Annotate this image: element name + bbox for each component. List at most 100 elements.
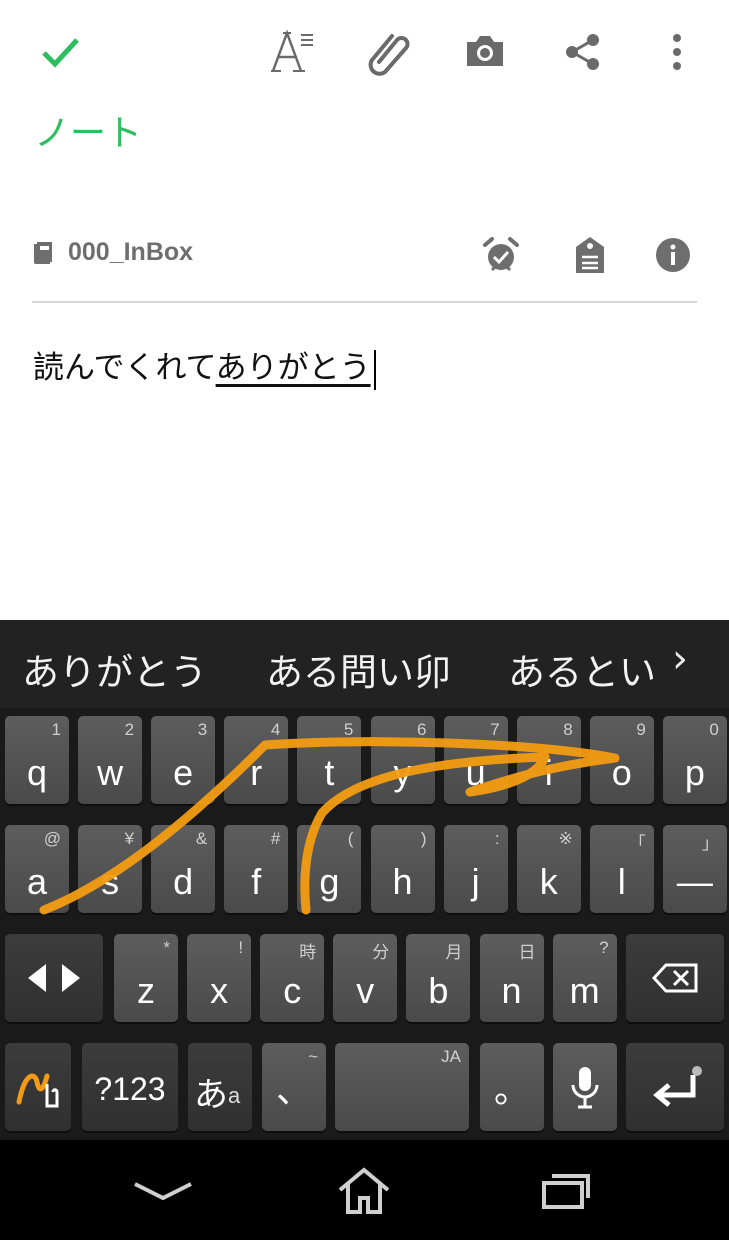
key-w[interactable]: w2 xyxy=(78,716,143,804)
key-s[interactable]: s ¥ xyxy=(78,825,143,913)
key-v-hint: 分 xyxy=(372,943,390,962)
soft-keyboard: ありがとう ある問い卯 あるとい › q1w2e3r4t5y6u7i8o9p0a… xyxy=(0,620,729,1140)
enter-icon xyxy=(653,1066,702,1107)
info-icon[interactable] xyxy=(648,230,698,280)
key-q[interactable]: q1 xyxy=(5,716,69,804)
backspace-icon xyxy=(652,963,698,993)
key-s-hint: ¥ xyxy=(124,829,135,848)
key-p-hint: 0 xyxy=(709,720,719,739)
suggestion-bar: ありがとう ある問い卯 あるとい › xyxy=(0,620,729,708)
key-o-hint: 9 xyxy=(636,720,646,739)
system-nav-bar xyxy=(0,1140,729,1240)
key-f-hint: # xyxy=(270,829,281,848)
backspace-key[interactable] xyxy=(626,934,724,1022)
key-y-hint: 6 xyxy=(417,720,427,739)
key-j[interactable]: j: xyxy=(443,825,508,913)
swipe-mode-key[interactable] xyxy=(5,1043,71,1131)
notebook-icon[interactable] xyxy=(32,240,54,270)
home-icon[interactable] xyxy=(329,1166,399,1216)
key-d-label: d xyxy=(173,861,194,902)
note-toolbar xyxy=(0,0,729,100)
key-d[interactable]: d & xyxy=(151,825,216,913)
key-k[interactable]: k ※ xyxy=(516,825,581,913)
note-title[interactable]: ノート xyxy=(34,104,142,156)
key-y[interactable]: y6 xyxy=(370,716,435,804)
key-m[interactable]: m? xyxy=(552,934,617,1022)
kana-key-label: あ xyxy=(194,1075,228,1115)
key-i[interactable]: i8 xyxy=(516,716,581,804)
key-a-hint: @ xyxy=(43,829,61,848)
cursor-keys[interactable] xyxy=(5,934,103,1022)
key-l[interactable]: l 「 xyxy=(589,825,654,913)
key-u-hint: 7 xyxy=(490,720,500,739)
key-h[interactable]: h) xyxy=(370,825,435,913)
key-v[interactable]: v分 xyxy=(333,934,398,1022)
note-body[interactable]: 読んでくれてありがとう xyxy=(33,342,376,390)
key-dash[interactable]: —」 xyxy=(662,825,727,913)
alarm-icon[interactable] xyxy=(476,230,526,280)
text-caret xyxy=(373,349,376,390)
key-n-label: n xyxy=(501,970,522,1011)
key-o[interactable]: o9 xyxy=(589,716,654,804)
key-j-hint: : xyxy=(494,829,500,848)
key-z-hint: * xyxy=(163,938,170,957)
key-e-hint: 3 xyxy=(197,720,208,739)
key-e[interactable]: e3 xyxy=(151,716,216,804)
tag-icon[interactable] xyxy=(565,230,615,280)
kana-key-sub: a xyxy=(228,1083,241,1108)
key-f[interactable]: f # xyxy=(224,825,289,913)
key-w-hint: 2 xyxy=(124,720,135,739)
camera-icon[interactable] xyxy=(453,20,517,84)
comma-key-hint: ~ xyxy=(308,1047,318,1066)
key-e-label: e xyxy=(173,752,194,793)
period-key[interactable]: 。 xyxy=(480,1043,544,1131)
suggestion-1[interactable]: ありがとう xyxy=(22,642,207,696)
more-suggestions-icon[interactable]: › xyxy=(672,636,688,682)
meta-divider xyxy=(32,301,697,303)
enter-key[interactable] xyxy=(626,1043,724,1131)
key-k-label: k xyxy=(539,861,558,902)
text-format-icon[interactable] xyxy=(260,20,324,84)
attachment-icon[interactable] xyxy=(357,20,421,84)
key-n[interactable]: n日 xyxy=(479,934,544,1022)
suggestion-3[interactable]: あるとい xyxy=(508,642,656,696)
key-p[interactable]: p0 xyxy=(662,716,727,804)
key-x[interactable]: x! xyxy=(187,934,252,1022)
composing-text: ありがとう xyxy=(215,350,371,386)
key-i-label: i xyxy=(544,752,553,793)
key-v-label: v xyxy=(356,970,375,1011)
microphone-icon xyxy=(571,1067,599,1109)
key-dash-hint: 」 xyxy=(701,834,719,853)
cursor-arrows-icon xyxy=(28,964,80,992)
key-c[interactable]: c時 xyxy=(260,934,325,1022)
voice-input-key[interactable] xyxy=(553,1043,617,1131)
key-q-label: q xyxy=(26,752,48,793)
space-key-hint: JA xyxy=(441,1047,461,1066)
key-b[interactable]: b月 xyxy=(406,934,471,1022)
check-icon[interactable] xyxy=(28,20,92,84)
space-key[interactable]: JA xyxy=(335,1043,469,1131)
suggestion-2[interactable]: ある問い卯 xyxy=(266,642,451,696)
key-t[interactable]: t5 xyxy=(297,716,362,804)
key-a[interactable]: a @ xyxy=(5,825,69,913)
notebook-name[interactable]: 000_InBox xyxy=(68,238,193,267)
symbols-key[interactable]: ?123 xyxy=(82,1043,178,1131)
key-r-hint: 4 xyxy=(270,720,281,739)
kana-toggle-key[interactable]: あa xyxy=(188,1043,252,1131)
key-j-label: j xyxy=(471,861,480,902)
period-key-label: 。 xyxy=(493,1069,530,1110)
key-z[interactable]: z * xyxy=(114,934,178,1022)
key-p-label: p xyxy=(684,752,705,793)
comma-key[interactable]: 、 ~ xyxy=(262,1043,326,1131)
share-icon[interactable] xyxy=(551,20,615,84)
more-vert-icon[interactable] xyxy=(645,20,709,84)
key-u[interactable]: u7 xyxy=(443,716,508,804)
recents-icon[interactable] xyxy=(531,1166,601,1216)
key-f-label: f xyxy=(251,861,262,902)
back-icon[interactable] xyxy=(128,1166,198,1216)
key-r[interactable]: r4 xyxy=(224,716,289,804)
key-m-hint: ? xyxy=(599,938,609,957)
key-o-label: o xyxy=(611,752,632,793)
key-g[interactable]: g( xyxy=(297,825,362,913)
key-i-hint: 8 xyxy=(563,720,573,739)
